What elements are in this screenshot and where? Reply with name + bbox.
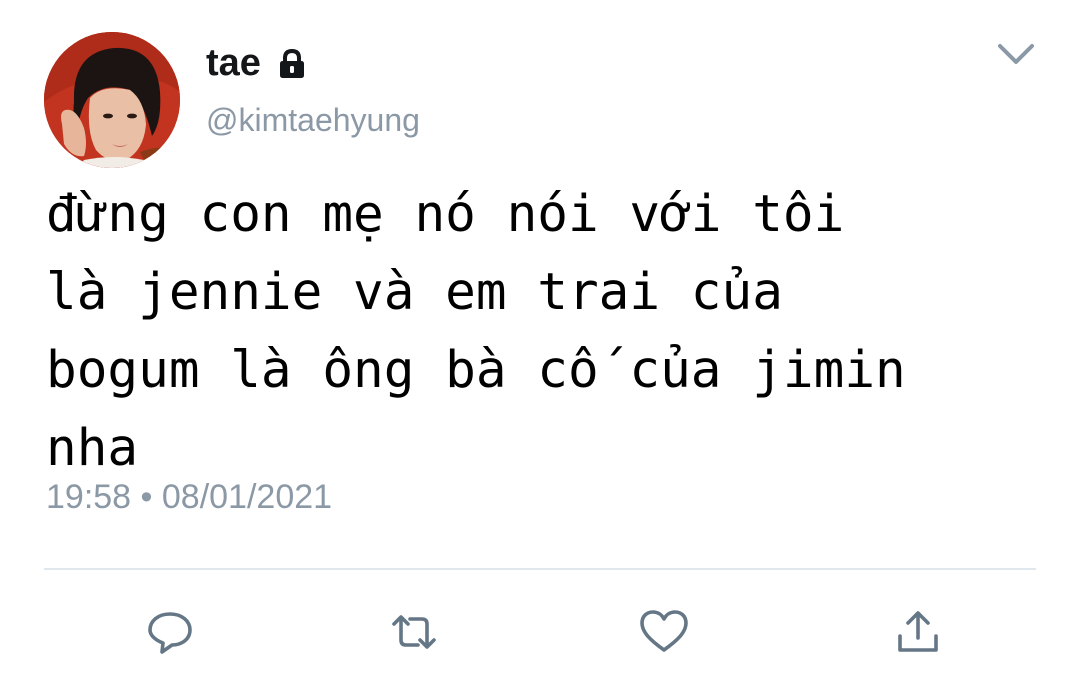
display-name[interactable]: tae (206, 40, 261, 86)
retweet-button[interactable] (386, 604, 442, 660)
retweet-icon (392, 615, 436, 649)
like-button[interactable] (636, 604, 692, 660)
lock-icon (275, 47, 309, 81)
divider (44, 568, 1036, 570)
share-button[interactable] (890, 604, 946, 660)
tweet-text: đừng con mẹ nó nói với tôi là jennie và e… (46, 176, 1046, 488)
share-icon (898, 611, 938, 652)
user-handle[interactable]: @kimtaehyung (206, 100, 420, 140)
heart-icon (640, 610, 688, 652)
tweet-text-line: đừng con mẹ nó nói với tôi (46, 185, 845, 244)
tweet-timestamp[interactable]: 19:58 • 08/01/2021 (46, 476, 332, 518)
avatar[interactable] (44, 32, 180, 168)
tweet-text-line: là jennie và em trai của (46, 263, 783, 322)
author-row: tae (206, 40, 309, 86)
chevron-down-icon[interactable] (988, 36, 1044, 76)
tweet-text-line: bogum là ông bà cố của jimin (46, 341, 906, 400)
reply-icon (148, 612, 192, 654)
reply-button[interactable] (142, 604, 198, 660)
action-bar (0, 604, 1080, 660)
profile-photo (44, 32, 180, 168)
